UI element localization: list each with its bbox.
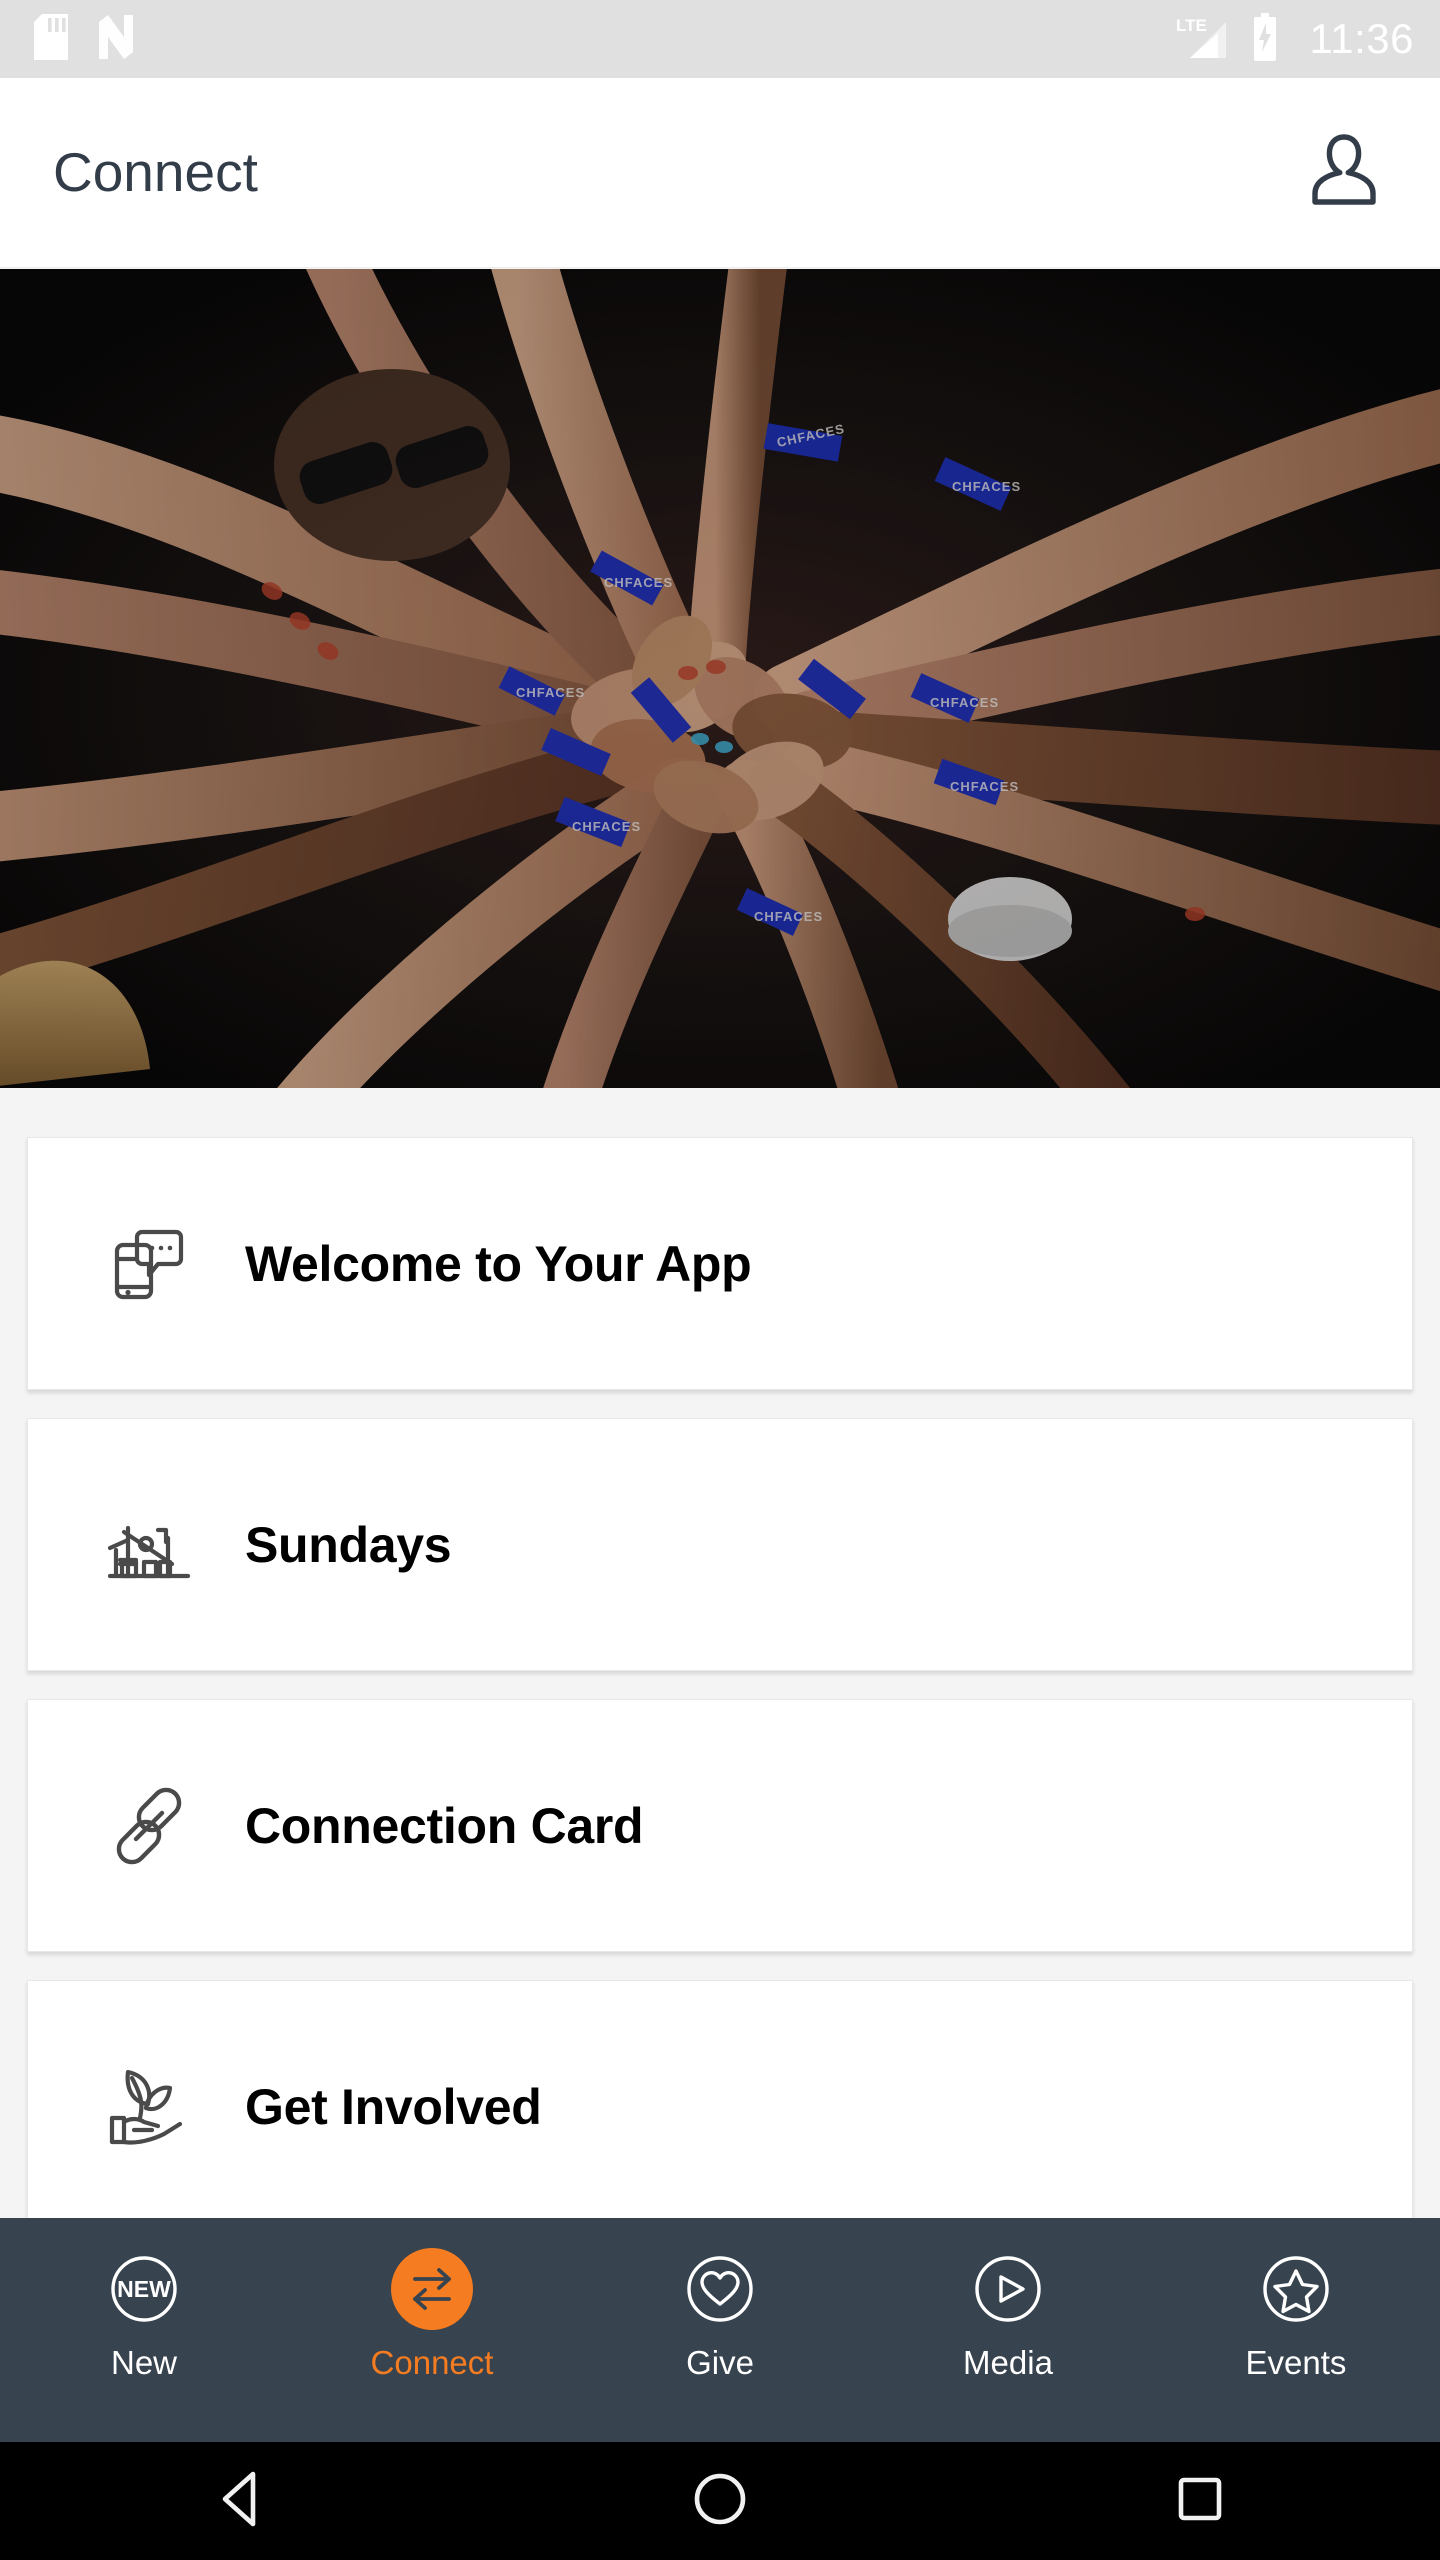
nfc-icon — [96, 14, 142, 64]
tab-media[interactable]: Media — [864, 2248, 1152, 2379]
person-icon — [1308, 131, 1380, 214]
bottom-tab-bar: NEW New Connect Give Media Events — [0, 2218, 1440, 2442]
new-badge-icon: NEW — [103, 2248, 185, 2330]
hero-image[interactable]: CHFACES CHFACES CHFACES CHFACES CHFACES … — [0, 269, 1440, 1088]
signal-bars-icon: LTE — [1176, 14, 1232, 65]
tab-label: Events — [1245, 2344, 1347, 2381]
tab-label: New — [110, 2344, 178, 2381]
chain-link-icon — [103, 1780, 195, 1872]
tab-connect[interactable]: Connect — [288, 2248, 576, 2379]
menu-card-label: Sundays — [245, 1516, 452, 1573]
play-icon — [967, 2248, 1049, 2330]
back-icon — [213, 2469, 267, 2534]
heart-icon — [679, 2248, 761, 2330]
star-icon — [1255, 2248, 1337, 2330]
hand-plant-icon — [103, 2061, 195, 2153]
tab-label: Give — [686, 2344, 754, 2381]
app-header: Connect — [0, 78, 1440, 268]
menu-card-get-involved[interactable]: Get Involved — [27, 1980, 1413, 2218]
tab-events[interactable]: Events — [1152, 2248, 1440, 2379]
menu-card-connection[interactable]: Connection Card — [27, 1699, 1413, 1952]
phone-chat-icon — [103, 1218, 195, 1310]
menu-card-label: Welcome to Your App — [245, 1235, 752, 1292]
menu-card-welcome[interactable]: Welcome to Your App — [27, 1137, 1413, 1390]
recents-button[interactable] — [960, 2473, 1440, 2530]
status-bar: LTE 11:36 — [0, 0, 1440, 78]
tab-give[interactable]: Give — [576, 2248, 864, 2379]
page-title: Connect — [53, 141, 258, 203]
church-building-icon — [103, 1499, 195, 1591]
menu-card-sundays[interactable]: Sundays — [27, 1418, 1413, 1671]
profile-button[interactable] — [1298, 127, 1390, 219]
android-navigation-bar — [0, 2442, 1440, 2560]
home-icon — [691, 2470, 749, 2533]
svg-text:LTE: LTE — [1176, 16, 1207, 35]
menu-card-label: Get Involved — [245, 2078, 542, 2135]
two-way-arrows-icon — [391, 2248, 473, 2330]
sd-card-icon — [34, 13, 68, 65]
back-button[interactable] — [0, 2469, 480, 2534]
status-bar-left-icons — [34, 13, 142, 65]
recents-icon — [1174, 2473, 1226, 2530]
battery-charging-icon — [1250, 12, 1280, 66]
tab-label: Media — [963, 2344, 1053, 2381]
menu-card-label: Connection Card — [245, 1797, 644, 1854]
new-badge-text: NEW — [117, 2276, 171, 2302]
menu-card-list: Welcome to Your App Sundays Connection C… — [0, 1088, 1440, 2218]
status-bar-right-icons: LTE 11:36 — [1176, 12, 1415, 66]
hero-illustration: CHFACES CHFACES CHFACES CHFACES CHFACES … — [0, 269, 1440, 1088]
phone-screen: LTE 11:36 Connect CHFACES CHFACES CHFACE… — [0, 0, 1440, 2560]
tab-label: Connect — [370, 2344, 494, 2381]
tab-new[interactable]: NEW New — [0, 2248, 288, 2379]
status-bar-clock: 11:36 — [1309, 15, 1414, 62]
home-button[interactable] — [480, 2470, 960, 2533]
